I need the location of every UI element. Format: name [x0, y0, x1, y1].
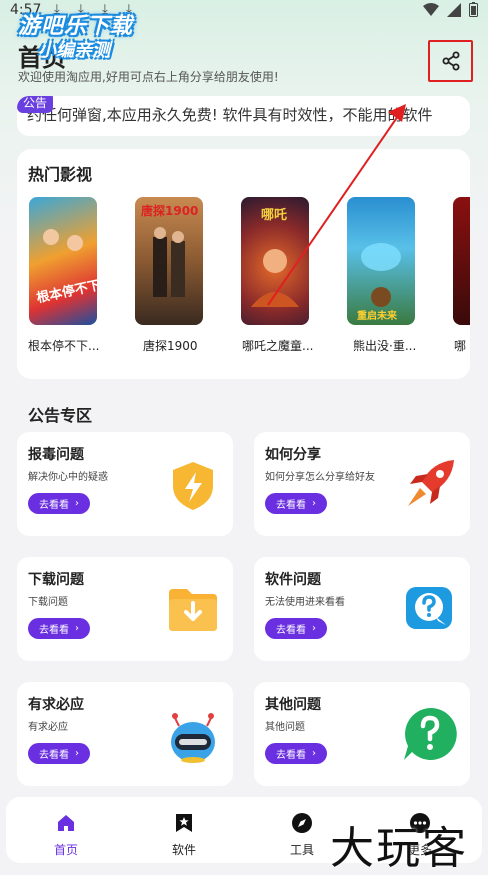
card-title: 下载问题: [28, 572, 84, 588]
view-button-label: 去看看: [39, 500, 69, 511]
share-button[interactable]: [428, 40, 473, 82]
hot-movies-title: 热门影视: [28, 165, 93, 184]
compass-icon: [292, 813, 312, 833]
svg-text:唐探1900: 唐探1900: [141, 203, 198, 218]
announcement-card[interactable]: 报毒问题 解决你心中的疑惑 去看看 ›: [17, 432, 233, 536]
tab-software[interactable]: 软件: [154, 811, 214, 858]
svg-text:根本停不下: 根本停不下: [35, 277, 97, 306]
view-button[interactable]: 去看看 ›: [265, 618, 327, 639]
poster-label: 唐探1900: [143, 339, 198, 353]
announcement-card[interactable]: 下载问题 下载问题 去看看 ›: [17, 557, 233, 661]
card-title: 软件问题: [265, 572, 321, 588]
chevron-right-icon: ›: [75, 748, 79, 759]
chevron-right-icon: ›: [312, 498, 316, 509]
view-button-label: 去看看: [39, 625, 69, 636]
poster-5[interactable]: [453, 197, 470, 325]
watermark-tagline: 小编亲测: [38, 40, 110, 61]
tab-label: 工具: [289, 843, 314, 857]
view-button[interactable]: 去看看 ›: [28, 743, 90, 764]
poster-4[interactable]: 重启未来: [347, 197, 415, 325]
svg-text:重启未来: 重启未来: [357, 309, 398, 322]
rocket-icon: [408, 460, 454, 506]
poster-1[interactable]: 根本停不下: [29, 197, 97, 325]
view-button[interactable]: 去看看 ›: [265, 493, 327, 514]
hot-movies-card: 热门影视 根本停不下 唐探1900 哪吒 重启未来 根本停不下... 唐探190…: [17, 149, 470, 379]
chat-question-icon: [406, 587, 452, 629]
view-button[interactable]: 去看看 ›: [28, 493, 90, 514]
view-button-label: 去看看: [39, 750, 69, 761]
chevron-right-icon: ›: [312, 623, 316, 634]
card-title: 有求必应: [28, 697, 84, 713]
poster-label: 熊出没·重...: [353, 339, 417, 353]
watermark-site: 大玩客: [330, 823, 468, 874]
card-desc: 无法使用进来看看: [265, 597, 345, 608]
folder-download-icon: [169, 589, 217, 631]
card-desc: 如何分享怎么分享给好友: [265, 472, 375, 483]
view-button-label: 去看看: [276, 625, 306, 636]
home-icon: [58, 815, 74, 831]
announcement-card[interactable]: 软件问题 无法使用进来看看 去看看 ›: [254, 557, 470, 661]
notice-tag: 公告: [17, 96, 54, 113]
announcements-title: 公告专区: [28, 406, 93, 425]
signal-icon: [447, 2, 461, 17]
card-title: 如何分享: [265, 447, 321, 463]
tab-tools[interactable]: 工具: [272, 811, 332, 858]
card-title: 报毒问题: [28, 447, 84, 463]
card-desc: 解决你心中的疑惑: [28, 472, 108, 483]
view-button-label: 去看看: [276, 500, 306, 511]
view-button[interactable]: 去看看 ›: [265, 743, 327, 764]
robot-icon: [171, 713, 215, 763]
chevron-right-icon: ›: [75, 498, 79, 509]
chevron-right-icon: ›: [312, 748, 316, 759]
wifi-icon: [423, 2, 439, 16]
view-button[interactable]: 去看看 ›: [28, 618, 90, 639]
question-bubble-icon: [404, 707, 457, 760]
notice-text: 约任何弹窗,本应用永久免费! 软件具有时效性，不能用的软件: [27, 106, 433, 124]
announcement-card[interactable]: 如何分享 如何分享怎么分享给好友 去看看 ›: [254, 432, 470, 536]
svg-text:哪吒: 哪吒: [261, 207, 287, 223]
poster-2[interactable]: 唐探1900: [135, 197, 203, 325]
announcement-card[interactable]: 有求必应 有求必应 去看看 ›: [17, 682, 233, 786]
card-title: 其他问题: [265, 697, 321, 713]
poster-label: 哪: [454, 339, 467, 353]
page-subtitle: 欢迎使用淘应用,好用可点右上角分享给朋友使用!: [18, 70, 279, 84]
view-button-label: 去看看: [276, 750, 306, 761]
card-desc: 有求必应: [28, 722, 68, 733]
bookmark-star-icon: [176, 814, 192, 832]
chevron-right-icon: ›: [75, 623, 79, 634]
share-icon: [442, 51, 459, 71]
poster-3[interactable]: 哪吒: [241, 197, 309, 325]
tab-label: 软件: [171, 843, 196, 857]
poster-label: 哪吒之魔童...: [242, 339, 314, 353]
tab-label: 首页: [53, 843, 78, 857]
poster-label: 根本停不下...: [28, 339, 100, 353]
shield-lightning-icon: [173, 462, 213, 510]
notice-banner[interactable]: 约任何弹窗,本应用永久免费! 软件具有时效性，不能用的软件 公告: [17, 96, 470, 136]
card-desc: 下载问题: [28, 597, 68, 608]
battery-icon: [469, 2, 478, 17]
card-desc: 其他问题: [265, 722, 305, 733]
announcement-card[interactable]: 其他问题 其他问题 去看看 ›: [254, 682, 470, 786]
tab-home[interactable]: 首页: [36, 811, 96, 858]
